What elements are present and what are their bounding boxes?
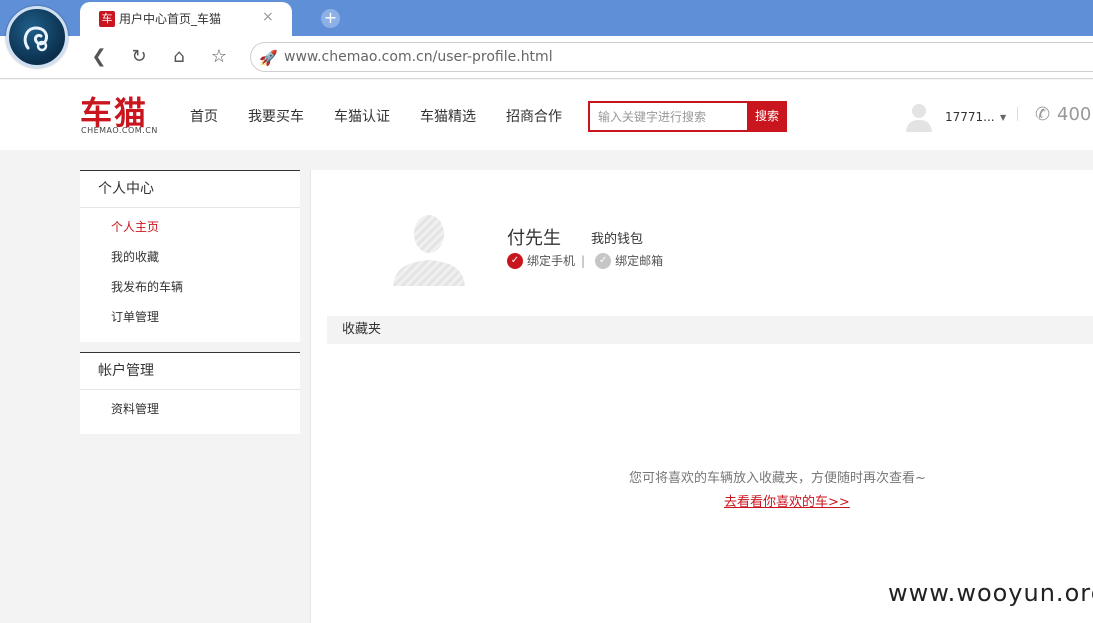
check-icon: ✓ xyxy=(595,252,612,269)
rocket-icon: 🚀 xyxy=(259,49,278,67)
browse-cars-link[interactable]: 去看看你喜欢的车>> xyxy=(724,491,850,510)
check-icon: ✓ xyxy=(507,252,523,269)
bind-email-label[interactable]: 绑定邮箱 xyxy=(615,252,663,269)
nav-buy-car[interactable]: 我要买车 xyxy=(248,106,304,126)
divider xyxy=(1017,107,1018,121)
search-box: 搜索 xyxy=(588,101,787,132)
separator: | xyxy=(581,253,586,268)
sidebar-item-favorites[interactable]: 我的收藏 xyxy=(80,242,300,272)
close-icon[interactable]: × xyxy=(262,9,274,25)
nav-selected[interactable]: 车猫精选 xyxy=(420,106,476,126)
home-icon[interactable]: ⌂ xyxy=(168,45,190,69)
sidebar-group-title: 帐户管理 xyxy=(80,353,300,390)
wallet-link[interactable]: 我的钱包 xyxy=(591,228,643,247)
tab-title: 用户中心首页_车猫 xyxy=(119,12,222,26)
empty-favorites-message: 您可将喜欢的车辆放入收藏夹，方便随时再次查看~ xyxy=(629,471,926,486)
sidebar-item-orders[interactable]: 订单管理 xyxy=(80,302,300,332)
browser-tab[interactable]: 车 用户中心首页_车猫 × xyxy=(80,2,292,36)
url-text: www.chemao.com.cn/user-profile.html xyxy=(284,49,553,65)
user-menu[interactable]: 17771... xyxy=(945,110,995,124)
back-arrow-icon[interactable]: ❮ xyxy=(88,45,110,69)
uc-squirrel-icon[interactable] xyxy=(6,6,68,68)
search-button[interactable]: 搜索 xyxy=(747,103,787,130)
hotline-number: 4001 xyxy=(1057,104,1093,125)
sidebar-item-my-vehicles[interactable]: 我发布的车辆 xyxy=(80,272,300,302)
reload-icon[interactable]: ↻ xyxy=(128,45,150,69)
sidebar-group-title: 个人中心 xyxy=(80,171,300,208)
site-header: 车猫 CHEMAO.COM.CN 首页 我要买车 车猫认证 车猫精选 招商合作 … xyxy=(0,80,1093,150)
chevron-down-icon[interactable]: ▼ xyxy=(1000,113,1006,122)
nav-partnership[interactable]: 招商合作 xyxy=(506,106,562,126)
avatar-icon[interactable] xyxy=(903,100,935,132)
sidebar-personal-center: 个人中心 个人主页 我的收藏 我发布的车辆 订单管理 xyxy=(80,170,300,342)
star-icon[interactable]: ☆ xyxy=(208,45,230,69)
binding-status: ✓ 绑定手机 | ✓ 绑定邮箱 xyxy=(507,252,663,269)
nav-certified[interactable]: 车猫认证 xyxy=(334,106,390,126)
avatar[interactable] xyxy=(391,210,467,286)
browser-tab-strip: 车 用户中心首页_车猫 × + xyxy=(0,0,1093,36)
site-favicon-icon: 车 xyxy=(99,11,115,27)
user-name: 付先生 xyxy=(507,228,561,249)
sidebar-account-management: 帐户管理 资料管理 xyxy=(80,352,300,434)
site-logo-domain: CHEMAO.COM.CN xyxy=(81,126,158,135)
favorites-title: 收藏夹 xyxy=(327,316,1093,344)
main-nav: 首页 我要买车 车猫认证 车猫精选 招商合作 xyxy=(190,106,592,126)
sidebar-item-profile-data[interactable]: 资料管理 xyxy=(80,394,300,424)
sidebar-item-profile-home[interactable]: 个人主页 xyxy=(80,212,300,242)
nav-home[interactable]: 首页 xyxy=(190,106,218,126)
phone-icon: ✆ xyxy=(1035,104,1051,125)
main-content: 付先生 我的钱包 ✓ 绑定手机 | ✓ 绑定邮箱 收藏夹 您可将喜欢的车辆放入收… xyxy=(310,170,1093,623)
browser-toolbar: ❮ ↻ ⌂ ☆ 🚀 www.chemao.com.cn/user-profile… xyxy=(0,36,1093,79)
address-bar[interactable]: 🚀 www.chemao.com.cn/user-profile.html xyxy=(250,42,1093,72)
bind-phone-label[interactable]: 绑定手机 xyxy=(527,252,575,269)
watermark: www.wooyun.org xyxy=(888,579,1093,607)
search-input[interactable] xyxy=(590,103,747,130)
new-tab-button[interactable]: + xyxy=(321,9,340,28)
